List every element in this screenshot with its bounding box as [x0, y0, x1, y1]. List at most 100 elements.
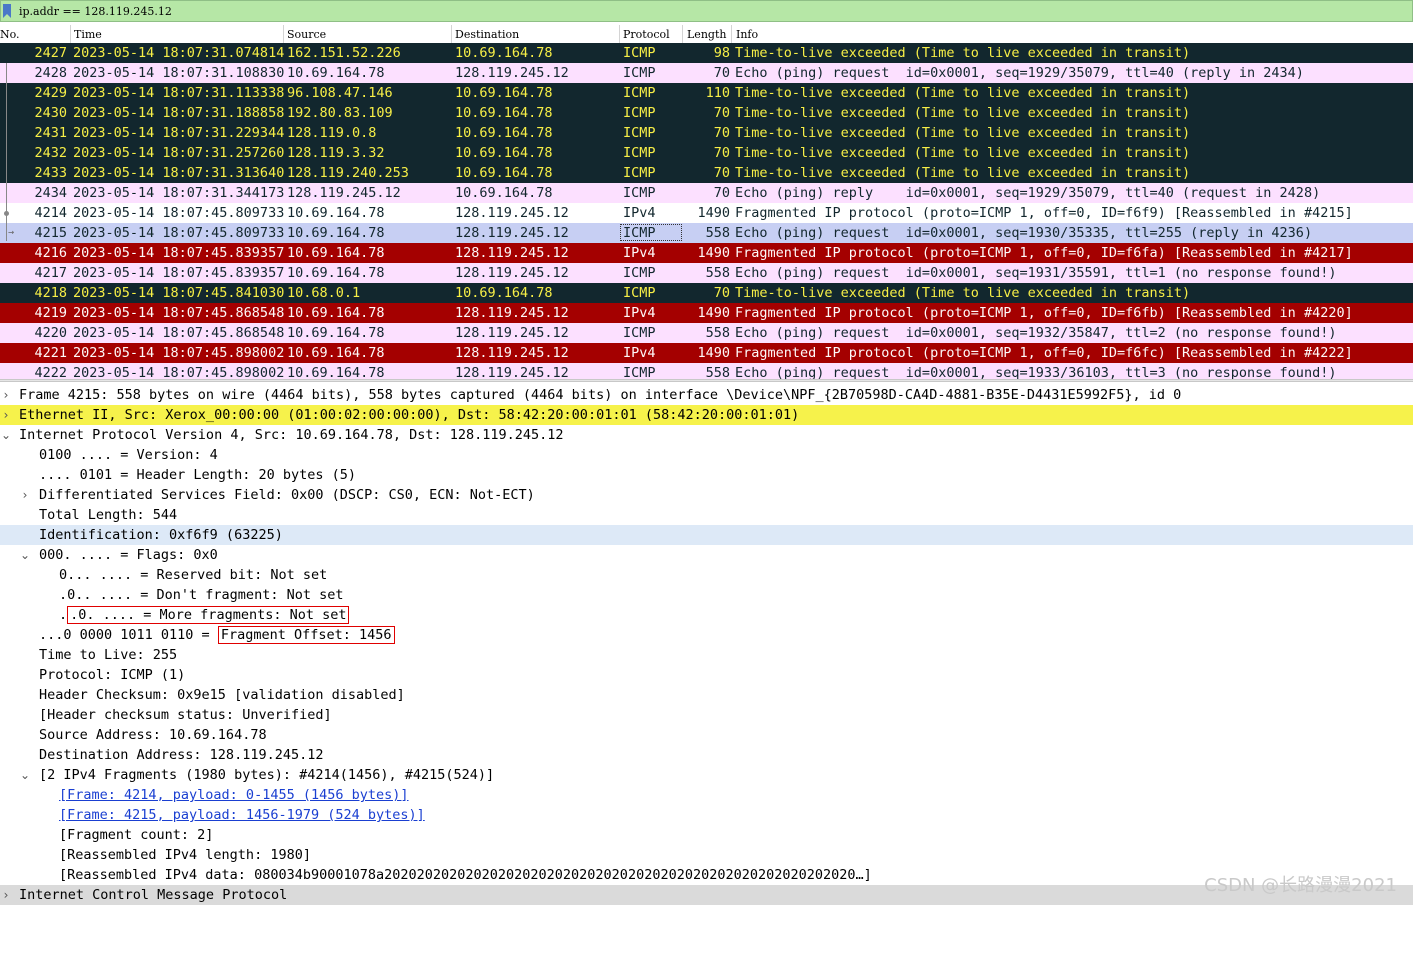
cell-info: Echo (ping) request id=0x0001, seq=1932/… — [735, 325, 1337, 341]
tree-item-reassembled-length[interactable]: [Reassembled IPv4 length: 1980] — [0, 845, 1413, 865]
packet-row[interactable]: 2428 2023-05-14 18:07:31.108830 10.69.164.… — [0, 63, 1413, 83]
cell-destination: 128.119.245.12 — [455, 305, 569, 321]
packet-row[interactable]: 4222 2023-05-14 18:07:45.898002 10.69.164.… — [0, 363, 1413, 379]
column-info[interactable]: Info — [736, 28, 758, 41]
cell-source: 10.69.164.78 — [287, 365, 385, 379]
packet-details[interactable]: › Frame 4215: 558 bytes on wire (4464 bi… — [0, 385, 1413, 905]
tree-item-icmp[interactable]: › Internet Control Message Protocol — [0, 885, 1413, 905]
tree-item-reserved-bit[interactable]: 0... .... = Reserved bit: Not set — [0, 565, 1413, 585]
packet-row[interactable]: 2427 2023-05-14 18:07:31.074814 162.151.52… — [0, 43, 1413, 63]
chevron-down-icon[interactable]: ⌄ — [0, 425, 12, 445]
cell-length: 110 — [705, 85, 730, 101]
cell-length: 70 — [713, 165, 730, 181]
packet-row[interactable]: 4220 2023-05-14 18:07:45.868548 10.69.164.… — [0, 323, 1413, 343]
column-destination[interactable]: Destination — [455, 28, 519, 41]
cell-destination: 128.119.245.12 — [455, 265, 569, 281]
chevron-right-icon[interactable]: › — [0, 385, 12, 405]
chevron-down-icon[interactable]: ⌄ — [19, 545, 31, 565]
cell-length: 558 — [705, 325, 730, 341]
packet-row[interactable]: 4215 2023-05-14 18:07:45.809733 10.69.164.… — [0, 223, 1413, 243]
cell-time: 2023-05-14 18:07:45.841030 — [73, 285, 285, 301]
tree-item-reassembled-data[interactable]: [Reassembled IPv4 data: 080034b90001078a… — [0, 865, 1413, 885]
cell-time: 2023-05-14 18:07:45.868548 — [73, 325, 285, 341]
cell-info: Fragmented IP protocol (proto=ICMP 1, of… — [735, 305, 1353, 321]
tree-item-fragment-1[interactable]: [Frame: 4214, payload: 0-1455 (1456 byte… — [0, 785, 1413, 805]
cell-destination: 10.69.164.78 — [455, 285, 553, 301]
fragment-link[interactable]: [Frame: 4214, payload: 0-1455 (1456 byte… — [59, 785, 409, 805]
tree-item-ipv4[interactable]: ⌄ Internet Protocol Version 4, Src: 10.6… — [0, 425, 1413, 445]
packet-row[interactable]: 4221 2023-05-14 18:07:45.898002 10.69.164.… — [0, 343, 1413, 363]
tree-item-checksum[interactable]: Header Checksum: 0x9e15 [validation disa… — [0, 685, 1413, 705]
bookmark-icon[interactable] — [3, 4, 11, 18]
cell-time: 2023-05-14 18:07:31.113338 — [73, 85, 285, 101]
pane-splitter[interactable] — [0, 379, 1413, 382]
packet-list[interactable]: 2427 2023-05-14 18:07:31.074814 162.151.52… — [0, 43, 1413, 379]
tree-item-ipv4-fragments[interactable]: ⌄ [2 IPv4 Fragments (1980 bytes): #4214(… — [0, 765, 1413, 785]
cell-destination: 10.69.164.78 — [455, 85, 553, 101]
column-no[interactable]: No. — [0, 28, 20, 41]
packet-row[interactable]: 2433 2023-05-14 18:07:31.313640 128.119.24… — [0, 163, 1413, 183]
cell-time: 2023-05-14 18:07:31.108830 — [73, 65, 285, 81]
display-filter-bar[interactable]: ip.addr == 128.119.245.12 — [0, 0, 1413, 22]
related-packet-arrow-icon: → — [8, 227, 15, 238]
packet-row[interactable]: 2429 2023-05-14 18:07:31.113338 96.108.47.… — [0, 83, 1413, 103]
tree-item-frame[interactable]: › Frame 4215: 558 bytes on wire (4464 bi… — [0, 385, 1413, 405]
display-filter-input[interactable]: ip.addr == 128.119.245.12 — [19, 5, 172, 18]
tree-item-dont-fragment[interactable]: .0.. .... = Don't fragment: Not set — [0, 585, 1413, 605]
tree-item-header-length[interactable]: .... 0101 = Header Length: 20 bytes (5) — [0, 465, 1413, 485]
packet-row[interactable]: 2430 2023-05-14 18:07:31.188858 192.80.83.… — [0, 103, 1413, 123]
tree-item-total-length[interactable]: Total Length: 544 — [0, 505, 1413, 525]
packet-row[interactable]: 4218 2023-05-14 18:07:45.841030 10.68.0.1 1… — [0, 283, 1413, 303]
packet-row[interactable]: 2434 2023-05-14 18:07:31.344173 128.119.24… — [0, 183, 1413, 203]
cell-protocol: ICMP — [623, 185, 656, 201]
tree-item-version[interactable]: 0100 .... = Version: 4 — [0, 445, 1413, 465]
tree-item-ethernet[interactable]: › Ethernet II, Src: Xerox_00:00:00 (01:0… — [0, 405, 1413, 425]
column-source[interactable]: Source — [287, 28, 326, 41]
tree-item-dsfield[interactable]: › Differentiated Services Field: 0x00 (D… — [0, 485, 1413, 505]
tree-item-ttl[interactable]: Time to Live: 255 — [0, 645, 1413, 665]
packet-row[interactable]: 2431 2023-05-14 18:07:31.229344 128.119.0.… — [0, 123, 1413, 143]
cell-length: 1490 — [697, 245, 730, 261]
chevron-right-icon[interactable]: › — [0, 885, 12, 905]
cell-length: 70 — [713, 125, 730, 141]
cell-destination: 128.119.245.12 — [455, 225, 569, 241]
column-protocol[interactable]: Protocol — [623, 28, 670, 41]
cell-info: Fragmented IP protocol (proto=ICMP 1, of… — [735, 245, 1353, 261]
tree-item-fragment-count[interactable]: [Fragment count: 2] — [0, 825, 1413, 845]
chevron-right-icon[interactable]: › — [0, 405, 12, 425]
tree-item-fragment-2[interactable]: [Frame: 4215, payload: 1456-1979 (524 by… — [0, 805, 1413, 825]
tree-item-source-address[interactable]: Source Address: 10.69.164.78 — [0, 725, 1413, 745]
chevron-right-icon[interactable]: › — [19, 485, 31, 505]
cell-time: 2023-05-14 18:07:45.868548 — [73, 305, 285, 321]
cell-protocol: ICMP — [623, 45, 656, 61]
cell-protocol: ICMP — [623, 105, 656, 121]
tree-item-identification[interactable]: Identification: 0xf6f9 (63225) — [0, 525, 1413, 545]
cell-protocol: ICMP — [623, 85, 656, 101]
packet-row[interactable]: 2432 2023-05-14 18:07:31.257260 128.119.3.… — [0, 143, 1413, 163]
tree-item-flags[interactable]: ⌄ 000. .... = Flags: 0x0 — [0, 545, 1413, 565]
packet-row[interactable]: 4217 2023-05-14 18:07:45.839357 10.69.164.… — [0, 263, 1413, 283]
cell-time: 2023-05-14 18:07:31.074814 — [73, 45, 285, 61]
cell-destination: 128.119.245.12 — [455, 345, 569, 361]
tree-item-protocol[interactable]: Protocol: ICMP (1) — [0, 665, 1413, 685]
packet-row[interactable]: 4214 2023-05-14 18:07:45.809733 10.69.164.… — [0, 203, 1413, 223]
packet-row[interactable]: 4216 2023-05-14 18:07:45.839357 10.69.164.… — [0, 243, 1413, 263]
cell-length: 1490 — [697, 305, 730, 321]
tree-item-destination-address[interactable]: Destination Address: 128.119.245.12 — [0, 745, 1413, 765]
chevron-down-icon[interactable]: ⌄ — [19, 765, 31, 785]
cell-length: 558 — [705, 225, 730, 241]
cell-source: 10.68.0.1 — [287, 285, 361, 301]
cell-time: 2023-05-14 18:07:45.809733 — [73, 225, 285, 241]
packet-row[interactable]: 4219 2023-05-14 18:07:45.868548 10.69.164.… — [0, 303, 1413, 323]
fragment-link[interactable]: [Frame: 4215, payload: 1456-1979 (524 by… — [59, 805, 425, 825]
column-length[interactable]: Length — [687, 28, 726, 41]
tree-item-fragment-offset[interactable]: ...0 0000 1011 0110 = Fragment Offset: 1… — [0, 625, 1413, 645]
tree-item-checksum-status[interactable]: [Header checksum status: Unverified] — [0, 705, 1413, 725]
cell-destination: 10.69.164.78 — [455, 125, 553, 141]
cell-source: 10.69.164.78 — [287, 325, 385, 341]
packet-list-header: No. Time Source Destination Protocol Len… — [0, 25, 1413, 43]
tree-item-more-fragments[interactable]: . .0. .... = More fragments: Not set — [0, 605, 1413, 625]
cell-source: 128.119.0.8 — [287, 125, 377, 141]
column-time[interactable]: Time — [74, 28, 102, 41]
bit-prefix: . — [59, 607, 68, 623]
